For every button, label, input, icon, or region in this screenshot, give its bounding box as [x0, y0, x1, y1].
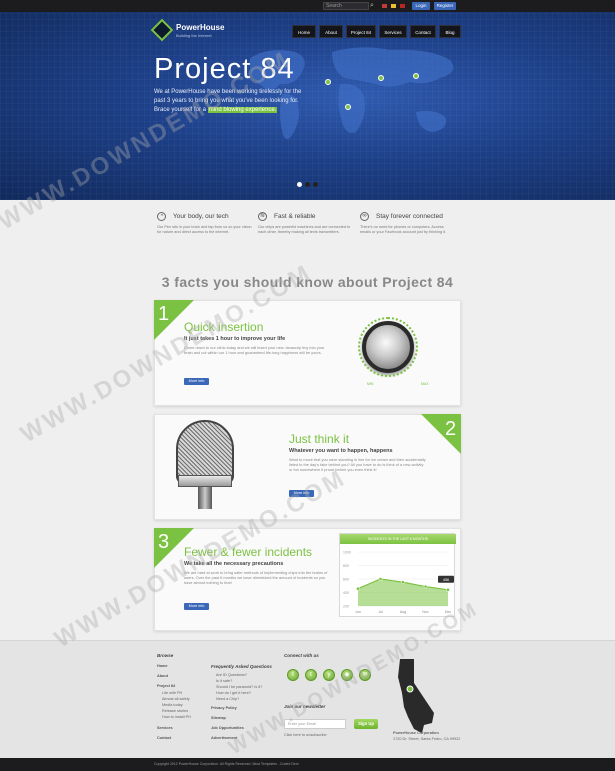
feature-title: Stay forever connected: [376, 213, 443, 220]
y-tick-label: 1000: [343, 551, 351, 555]
knob-max-label: MAX: [421, 382, 429, 386]
flag-icon[interactable]: [382, 4, 387, 8]
map-pin-icon[interactable]: [378, 75, 384, 81]
nav-home[interactable]: Home: [292, 25, 316, 38]
footer-link[interactable]: Services: [157, 726, 173, 730]
faq-heading: Frequently Asked Questions: [211, 664, 272, 669]
callout-label: 456: [443, 578, 449, 582]
brand-tagline: Building the Internet: [176, 33, 212, 38]
data-point: [356, 586, 360, 591]
footer-link[interactable]: Home: [157, 664, 168, 668]
faq-item[interactable]: Are ID Questions?: [216, 673, 247, 677]
bottom-bar: [0, 758, 615, 771]
data-point: [446, 587, 450, 592]
slider-dot[interactable]: [297, 182, 302, 187]
more-info-button[interactable]: More info: [184, 603, 209, 610]
nav-about[interactable]: About: [319, 25, 343, 38]
x-tick-label: Nov: [422, 610, 428, 614]
faq-item[interactable]: How do I get it here?: [216, 691, 251, 695]
faq-item[interactable]: Is it safe?: [216, 679, 232, 683]
footer-link[interactable]: Privacy Policy: [211, 706, 237, 710]
california-map-icon: [398, 659, 434, 733]
facebook-icon[interactable]: f: [287, 669, 299, 681]
map-pin-icon[interactable]: [345, 104, 351, 110]
slider-dot[interactable]: [313, 182, 318, 187]
signup-button[interactable]: Sign Up: [354, 719, 378, 729]
address-name: PowerHouse Corporation: [393, 731, 439, 735]
microphone-stem: [198, 487, 212, 509]
card-text: We are hard at work to bring safer metho…: [184, 570, 328, 586]
map-pin-icon[interactable]: [325, 79, 331, 85]
card-subtitle: Whatever you want to happen, happens: [289, 448, 393, 454]
nav-services[interactable]: Services: [379, 25, 407, 38]
top-bar: [0, 0, 615, 12]
x-tick-label: Aug: [400, 610, 406, 614]
knob-min-label: MIN: [367, 382, 374, 386]
footer-sublink[interactable]: How to install PH: [162, 715, 191, 719]
feature-title: Fast & reliable: [274, 213, 316, 220]
footer-sublink[interactable]: Life with PH: [162, 691, 182, 695]
microphone-band: [178, 475, 232, 487]
globe-icon: ◔: [157, 212, 166, 221]
footer-link[interactable]: Sitemap: [211, 716, 226, 720]
newsletter-note[interactable]: Click here to unsubscribe: [284, 733, 327, 737]
footer-sublink[interactable]: Release stories: [162, 709, 188, 713]
card-number: 2: [445, 418, 457, 440]
x-tick-label: Jun: [355, 610, 361, 614]
wifi-icon: ≋: [258, 212, 267, 221]
faq-item[interactable]: Should I be paranoid? Is it?: [216, 685, 262, 689]
footer-link[interactable]: Job Opportunities: [211, 726, 244, 730]
flag-icon[interactable]: [400, 4, 405, 8]
y-tick-label: 800: [343, 564, 349, 568]
brand-name[interactable]: PowerHouse: [176, 23, 224, 32]
feature-title: Your body, our tech: [173, 213, 229, 220]
address-text: 1720 Dr. Street, Santa Fedro, CA 99922: [393, 737, 461, 741]
nav-project-84[interactable]: Project 84: [346, 25, 376, 38]
slider-dot[interactable]: [305, 182, 310, 187]
y-tick-label: 400: [343, 591, 349, 595]
footer-link[interactable]: About: [157, 674, 168, 678]
login-button[interactable]: Login: [412, 2, 430, 10]
x-tick-label: Jul: [378, 610, 383, 614]
map-pin-icon[interactable]: [413, 73, 419, 79]
search-input[interactable]: Search: [323, 2, 369, 10]
nav-blog[interactable]: Blog: [439, 25, 461, 38]
connect-heading: Connect with us: [284, 653, 319, 658]
dial-knob[interactable]: [358, 317, 418, 377]
link-icon: ∞: [360, 212, 369, 221]
flag-icon[interactable]: [391, 4, 396, 8]
card-number: 1: [158, 303, 170, 325]
feature-text: Our Pen sits in your brain and tap from …: [157, 225, 252, 234]
register-button[interactable]: Register: [434, 2, 456, 10]
card-title: Just think it: [289, 432, 350, 446]
chart-title: INCIDENTS IN THE LAST 6 MONTHS: [340, 534, 456, 544]
more-info-button[interactable]: More info: [184, 378, 209, 385]
incidents-chart: INCIDENTS IN THE LAST 6 MONTHS 1000 800 60…: [339, 533, 456, 617]
chart-plot: 1000800600400200Jun Jul Aug Nov Dec456: [343, 551, 454, 614]
feature-text: Our chips are powerful machines and are …: [258, 225, 351, 234]
footer-sublink[interactable]: Almost all safety: [162, 697, 190, 701]
card-number: 3: [158, 531, 170, 553]
data-point: [423, 584, 428, 589]
data-point: [401, 580, 405, 585]
faq-item[interactable]: Need a Chip?: [216, 697, 239, 701]
y-tick-label: 600: [343, 578, 349, 582]
card-text: Want to move that you were standing in l…: [289, 457, 426, 473]
search-icon[interactable]: ⌕: [370, 2, 378, 10]
twitter-icon[interactable]: t: [305, 669, 317, 681]
data-point: [378, 577, 383, 581]
copyright: Copyright 2012 PowerHouse Corporation. A…: [154, 762, 299, 766]
nav-contact[interactable]: Contact: [410, 25, 436, 38]
footer-link[interactable]: Contact: [157, 736, 171, 740]
browse-heading: Browse: [157, 653, 174, 658]
feature-text: There's no need for phones or computers.…: [360, 225, 447, 234]
footer-sublink[interactable]: Media today: [162, 703, 183, 707]
footer-link[interactable]: Project 84: [157, 684, 175, 688]
y-tick-label: 200: [343, 605, 349, 609]
